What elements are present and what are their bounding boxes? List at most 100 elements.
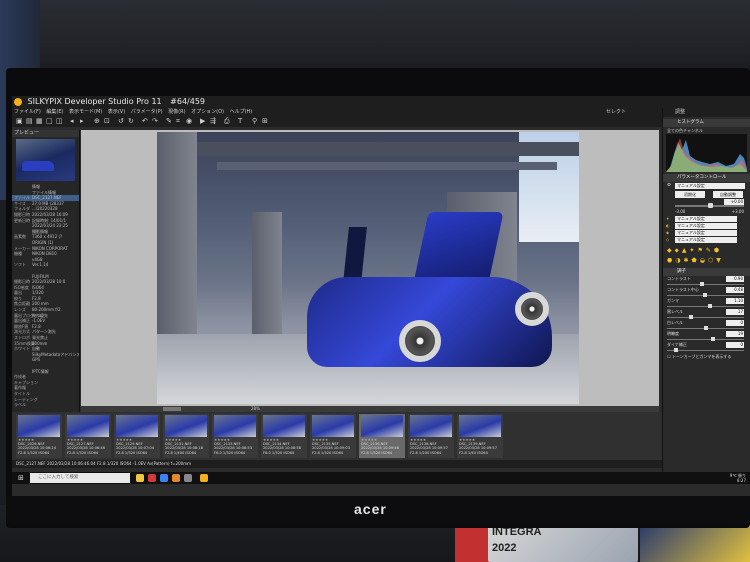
param-track[interactable] [667,284,744,285]
rotate-left-icon[interactable]: ↺ [118,118,125,125]
initialize-button[interactable]: 初期化 [675,191,705,198]
settings-app-icon[interactable] [184,474,192,482]
menu-edit[interactable]: 編集(E) [46,109,63,115]
thumbnail-image[interactable] [214,415,256,437]
firefox-icon[interactable] [172,474,180,482]
system-tray[interactable]: 9℃ 曇り 8:27 [730,473,746,483]
filmstrip-thumbnail[interactable]: ★★★★★ DSC_2131.NEF 2022/03/28 10:08:18 F2.8… [163,414,209,458]
undo-icon[interactable]: ↶ [142,118,149,125]
param-value[interactable]: 19 [726,331,744,337]
param-slider[interactable]: ガンマ 1.10 [663,298,750,309]
image-viewer[interactable] [81,130,659,406]
param-knob[interactable] [700,282,705,286]
param-slider[interactable]: 黒レベル 17 [663,309,750,320]
filmstrip-thumbnail[interactable]: ★★★★★ DSC_2129.NEF 2022/03/28 10:07:04 F2.8… [114,414,160,458]
taskbar-search[interactable]: ここに入力して検索 [30,473,130,483]
menu-display-mode[interactable]: 表示モード(M) [69,109,102,115]
filmstrip-thumbnail[interactable]: ★★★★★ DSC_2139.NEF 2022/03/28 10:09:57 F2.8… [457,414,503,458]
tone-header[interactable]: 調子 [663,268,750,276]
silkypix-taskbar-icon[interactable] [200,474,208,482]
param-knob[interactable] [689,315,694,319]
windows-start-icon[interactable]: ⊞ [18,474,26,482]
filter-icon[interactable]: ⊞ [262,118,269,125]
param-slider[interactable]: コントラスト 0.90 [663,276,750,287]
checkbox-icon[interactable]: ☐ [667,354,671,359]
next-icon[interactable]: ▸ [80,118,87,125]
preset-select[interactable]: ⚙ マニュアル設定 [663,182,750,190]
rotate-right-icon[interactable]: ↻ [128,118,135,125]
color-preset[interactable]: マニュアル設定 [675,230,737,236]
param-control-header[interactable]: パラメータコントロール [663,174,750,182]
param-value[interactable]: 1.10 [726,298,744,304]
tool-icon[interactable]: ⬣◑✱⬟◒⬡▼ [667,257,724,264]
tone-preset[interactable]: マニュアル設定 [675,223,737,229]
exposure-knob[interactable] [708,203,713,208]
histogram-channel[interactable]: 全ての色チャンネル [663,127,750,134]
thumbnail-image[interactable] [165,415,207,437]
param-knob[interactable] [711,337,716,341]
select-button[interactable]: セレクト [606,108,626,115]
param-value[interactable]: 0.48 [726,287,744,293]
param-track[interactable] [667,317,744,318]
prev-icon[interactable]: ◂ [70,118,77,125]
tool-icon[interactable]: ◆⬥▲✦⚑✎⬢ [667,247,722,254]
thumbnail-image[interactable] [263,415,305,437]
preview-header[interactable]: プレビュー [12,130,79,137]
filmstrip-thumbnail[interactable]: ★★★★★ DSC_2134.NEF 2022/03/28 10:08:58 F8.0… [261,414,307,458]
compare-view-icon[interactable]: ◫ [56,118,63,125]
filmstrip-thumbnail[interactable]: ★★★★★ DSC_2136.NEF 2022/03/28 10:09:46 F2.8… [359,414,405,458]
histogram-header[interactable]: ヒストグラム [663,119,750,127]
param-value[interactable]: 0.90 [726,276,744,282]
param-slider[interactable]: 白レベル 0 [663,320,750,331]
menu-view[interactable]: 表示(V) [108,109,125,115]
browser-icon[interactable] [160,474,168,482]
thumbnail-image[interactable] [312,415,354,437]
param-value[interactable]: 0 [726,342,744,348]
filmstrip-thumbnail[interactable]: ★★★★★ DSC_2026.NEF 2022/03/28 10:06:24 F2.8… [16,414,62,458]
search-icon[interactable]: ⚲ [252,118,259,125]
thumbnail-image[interactable] [410,415,452,437]
dropper-icon[interactable]: ✎ [166,118,173,125]
param-slider[interactable]: 明瞭度 19 [663,331,750,342]
exposure-slider[interactable]: +0.00 [663,199,750,209]
single-view-icon[interactable]: □ [46,118,53,125]
param-knob[interactable] [704,326,708,330]
tone-curve-checkbox[interactable]: ☐ トーンカーブとガンマを表示する [663,353,750,361]
param-track[interactable] [667,350,744,351]
param-slider[interactable]: ダイナ補正 0 [663,342,750,353]
print-icon[interactable]: ⎙ [224,118,231,125]
thumbnail-image[interactable] [459,415,501,437]
menu-develop[interactable]: 現像(R) [168,109,185,115]
main-photo[interactable] [157,132,579,404]
param-knob[interactable] [707,304,712,308]
tab-adjust[interactable]: 調整 [663,108,750,117]
auto-adjust-button[interactable]: 自動調整 [713,191,743,198]
wb-preset[interactable]: マニュアル設定 [675,216,737,222]
app-red-icon[interactable] [148,474,156,482]
param-value[interactable]: 17 [726,309,744,315]
tool-icon-grid[interactable]: ◆⬥▲✦⚑✎⬢ ⬣◑✱⬟◒⬡▼ [663,244,750,266]
zoom-icon[interactable]: ⊕ [94,118,101,125]
preset-select-value[interactable]: マニュアル設定 [675,183,745,189]
param-value[interactable]: 0 [726,320,744,326]
filmstrip-thumbnail[interactable]: ★★★★★ DSC_2138.NEF 2022/03/28 10:09:57 F2.8… [408,414,454,458]
sharp-preset-row[interactable]: ◇ マニュアル設定 [663,237,750,244]
filmstrip-thumbnail[interactable]: ★★★★★ DSC_2135.NEF 2022/03/28 10:09:03 F2.8… [310,414,356,458]
wb-preset-row[interactable]: ☀ マニュアル設定 [663,216,750,223]
open-icon[interactable]: ▣ [16,118,23,125]
thumbnail-image[interactable] [67,415,109,437]
batch-icon[interactable]: ⇶ [210,118,217,125]
stamp-icon[interactable]: ◉ [186,118,193,125]
thumbnail-image[interactable] [18,415,60,437]
filmstrip-thumbnail[interactable]: ★★★★★ DSC_2127.NEF 2022/03/28 10:06:46 F2.8… [65,414,111,458]
param-track[interactable] [667,306,744,307]
grid-view-icon[interactable]: ▦ [36,118,43,125]
filmstrip-thumbnail[interactable]: ★★★★★ DSC_2133.NEF 2022/03/28 10:08:53 F6.0… [212,414,258,458]
sharp-preset[interactable]: マニュアル設定 [675,237,737,243]
explorer-icon[interactable] [136,474,144,482]
param-knob[interactable] [674,348,679,352]
param-knob[interactable] [702,293,707,297]
info-row[interactable]: ラベル [12,402,79,408]
navigator-preview[interactable] [16,139,75,181]
save-icon[interactable]: ▤ [26,118,33,125]
